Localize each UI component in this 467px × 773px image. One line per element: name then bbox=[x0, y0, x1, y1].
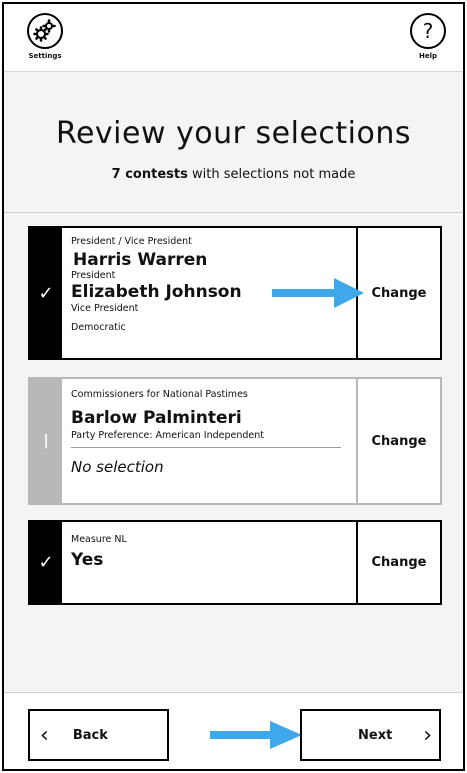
contest-body: Commissioners for National Pastimes Barl… bbox=[62, 379, 356, 503]
arrow-right-icon bbox=[272, 278, 364, 308]
check-icon: ✓ bbox=[38, 552, 54, 573]
contest-card-measure: ✓ Measure NL Yes Change bbox=[28, 520, 442, 605]
change-button[interactable]: Change bbox=[356, 379, 440, 503]
chevron-right-icon: › bbox=[423, 722, 433, 748]
contest-title: Measure NL bbox=[71, 534, 127, 545]
settings-label: Settings bbox=[28, 52, 62, 60]
status-complete: ✓ bbox=[30, 522, 62, 603]
page-title: Review your selections bbox=[55, 116, 412, 151]
check-icon: ✓ bbox=[38, 282, 54, 304]
status-incomplete: | bbox=[30, 379, 62, 503]
contest-count-summary: 7 contests with selections not made bbox=[4, 167, 463, 182]
contest-card-president: ✓ President / Vice President Harris Warr… bbox=[28, 226, 442, 360]
change-button[interactable]: Change bbox=[356, 522, 440, 603]
gear-icon bbox=[27, 13, 63, 49]
back-label: Back bbox=[72, 727, 108, 743]
back-button[interactable]: ‹ Back bbox=[28, 709, 169, 761]
answer-value: Yes bbox=[71, 550, 104, 570]
question-icon: ? bbox=[410, 13, 446, 49]
status-complete: ✓ bbox=[30, 228, 62, 358]
contest-count: 7 contests bbox=[111, 167, 188, 182]
arrow-right-icon bbox=[210, 721, 302, 749]
no-selection-label: No selection bbox=[71, 458, 164, 477]
bar-icon: | bbox=[43, 433, 49, 449]
candidate-name: Barlow Palminteri bbox=[71, 408, 242, 428]
help-label: Help bbox=[418, 52, 438, 60]
help-button[interactable]: ? Help bbox=[403, 13, 453, 60]
contest-body: President / Vice President Harris Warren… bbox=[62, 228, 364, 358]
chevron-left-icon: ‹ bbox=[40, 722, 49, 748]
contest-title: Commissioners for National Pastimes bbox=[71, 389, 248, 400]
contest-body: Measure NL Yes bbox=[62, 522, 356, 603]
contest-count-text: with selections not made bbox=[191, 167, 356, 182]
selection-divider bbox=[71, 447, 341, 449]
settings-button[interactable]: Settings bbox=[20, 13, 70, 60]
help-glyph: ? bbox=[422, 19, 434, 43]
next-label: Next bbox=[358, 727, 393, 743]
app-frame: Settings ? Help Review your selections 7… bbox=[2, 2, 465, 771]
change-button[interactable]: Change bbox=[356, 228, 440, 358]
footer-bar: ‹ Back Next › bbox=[4, 692, 463, 769]
candidate-name: Harris Warren bbox=[73, 250, 208, 270]
contest-card-commissioners: | Commissioners for National Pastimes Ba… bbox=[28, 377, 442, 505]
top-bar: Settings ? Help bbox=[4, 4, 463, 72]
contest-title: President / Vice President bbox=[71, 236, 192, 247]
party-name: Democratic bbox=[71, 321, 126, 333]
header-divider bbox=[4, 212, 463, 213]
next-button[interactable]: Next › bbox=[300, 709, 441, 761]
party-name: Party Preference: American Independent bbox=[71, 430, 264, 442]
